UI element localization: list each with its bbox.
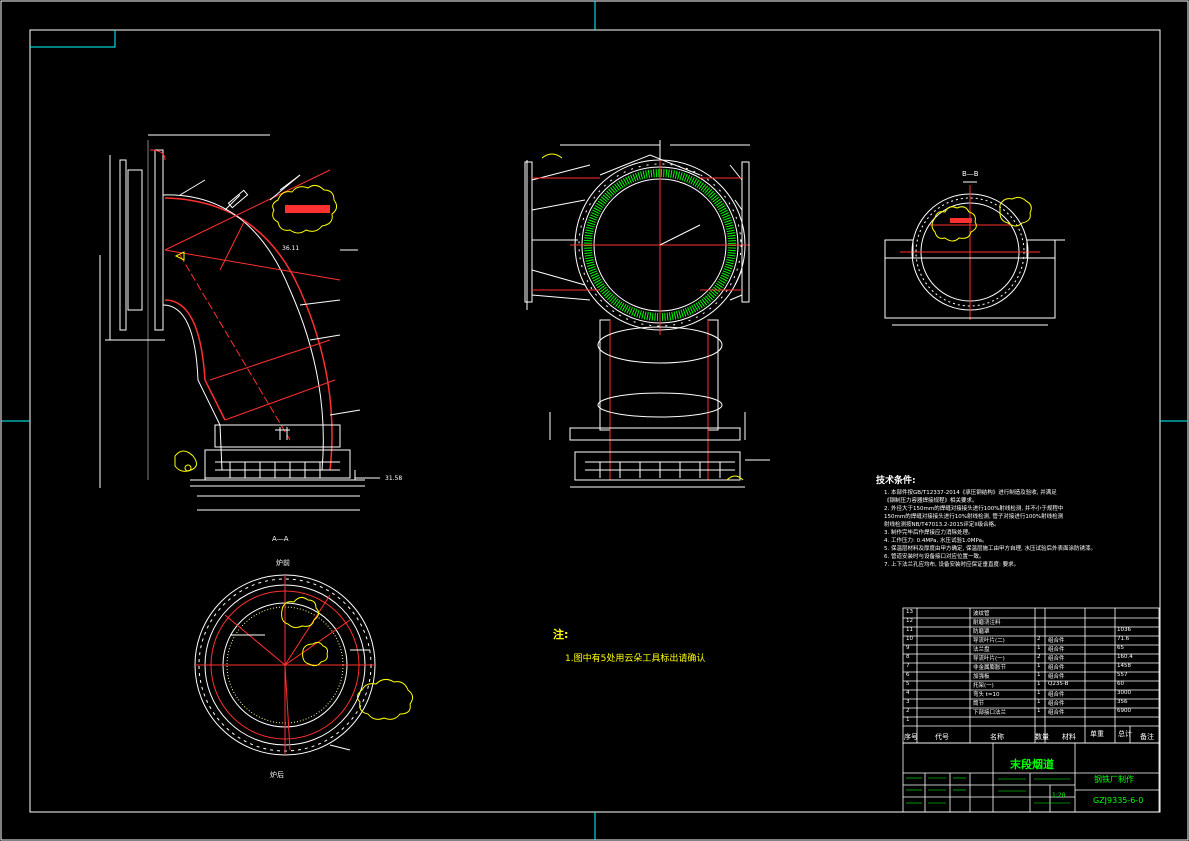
- tech-requirements-title: 技术条件:: [876, 476, 916, 486]
- revision-cloud-4: [281, 596, 320, 629]
- parts-cell-qty: 1: [1037, 690, 1041, 696]
- elbow-side-view: [524, 140, 770, 488]
- parts-cell-note: 356: [1117, 699, 1128, 705]
- parts-cell-mat: 组合件: [1048, 710, 1065, 716]
- parts-cell-name: 防磨罩: [973, 629, 990, 635]
- parts-cell-note: 60: [1117, 681, 1124, 687]
- tech-requirement-item: 1. 本部件按GB/T12337-2014《承压钢结构》进行制造及验收, 并满足: [884, 490, 1057, 496]
- parts-cell-no: 9: [906, 645, 910, 651]
- parts-cell-note: 3000: [1117, 690, 1131, 696]
- parts-cell-no: 12: [906, 618, 913, 624]
- parts-cell-qty: 1: [1037, 699, 1041, 705]
- parts-cell-name: 非金属膨胀节: [973, 665, 1007, 671]
- parts-cell-note: 1036: [1117, 627, 1131, 633]
- cloud-1-highlight: [285, 205, 330, 213]
- parts-cell-qty: 1: [1037, 645, 1041, 651]
- parts-header-cell: 材料: [1062, 733, 1076, 741]
- parts-cell-mat: 组合件: [1048, 674, 1065, 680]
- bottom-dimension: 31.58: [385, 475, 403, 482]
- revision-cloud-5: [356, 678, 414, 720]
- aa-top-label: 炉前: [276, 559, 290, 567]
- parts-cell-mat: 组合件: [1048, 701, 1065, 707]
- parts-cell-note: 65: [1117, 645, 1124, 651]
- parts-cell-no: 5: [906, 681, 910, 687]
- parts-header-cell: 单重: [1090, 730, 1104, 738]
- parts-cell-name: 导流叶片(一): [973, 656, 1005, 662]
- parts-header-cell: 总计: [1118, 730, 1132, 738]
- parts-cell-qty: 1: [1037, 663, 1041, 669]
- parts-cell-note: 71.6: [1117, 636, 1130, 642]
- parts-cell-qty: 2: [1037, 654, 1041, 660]
- parts-cell-no: 7: [906, 663, 910, 669]
- company-name: 钢铁厂制作: [1094, 775, 1134, 784]
- parts-header-cell: 名称: [990, 733, 1004, 741]
- parts-cell-no: 2: [906, 708, 910, 714]
- parts-cell-qty: 1: [1037, 681, 1041, 687]
- parts-header-cell: 序号: [904, 733, 918, 741]
- tech-requirement-item: 射线检测按NB/T47013.2-2015评定II级合格。: [884, 522, 1000, 528]
- elbow-front-view: [99, 134, 380, 511]
- parts-cell-name: 筒节: [973, 701, 985, 707]
- title-block-green-marks: [906, 777, 1070, 804]
- section-aa-label: A—A: [272, 535, 289, 543]
- parts-cell-qty: 2: [1037, 636, 1041, 642]
- parts-cell-no: 8: [906, 654, 910, 660]
- parts-cell-qty: 1: [1037, 672, 1041, 678]
- parts-cell-name: 弯头 t=10: [973, 692, 1000, 698]
- drawing-title: 末段烟道: [1010, 758, 1054, 771]
- parts-cell-mat: Q235-B: [1048, 681, 1069, 687]
- tech-requirement-item: 7. 上下法兰孔应均布, 设备安装时应保证垂直度: 要求。: [884, 562, 1020, 568]
- parts-cell-no: 1: [906, 717, 910, 723]
- parts-cell-name: 导流叶片(二): [973, 638, 1005, 644]
- parts-cell-note: 6900: [1117, 708, 1131, 714]
- sheet-border: [0, 0, 1189, 841]
- parts-cell-no: 6: [906, 672, 910, 678]
- tech-requirements-list: 1. 本部件按GB/T12337-2014《承压钢结构》进行制造及验收, 并满足…: [884, 489, 1096, 569]
- tech-requirement-item: 150mm的焊缝对接接头进行10%射线检测, 管子对接进行100%射线检测: [884, 514, 1064, 520]
- parts-cell-mat: 组合件: [1048, 656, 1065, 662]
- cloud-2-highlight: [950, 218, 972, 223]
- parts-header-cell: 代号: [935, 733, 949, 741]
- tech-requirement-item: 2. 外径大于150mm的焊缝对接接头进行100%射线检测, 并不小于规程中: [884, 506, 1064, 512]
- parts-cell-mat: 组合件: [1048, 692, 1065, 698]
- section-bb-view: [884, 181, 1065, 326]
- parts-cell-name: 波纹管: [973, 611, 990, 617]
- parts-cell-name: 下部接口法兰: [973, 710, 1007, 716]
- tech-requirement-item: 3. 制作完毕后作焊接应力消除处理。: [884, 530, 974, 536]
- drawing-scale: 1:20: [1052, 792, 1066, 799]
- parts-cell-note: 160.4: [1117, 654, 1133, 660]
- drawing-code: GZJ9335-6-0: [1093, 796, 1144, 805]
- parts-cell-no: 11: [906, 627, 913, 633]
- parts-cell-no: 13: [906, 609, 913, 615]
- parts-cell-mat: 组合件: [1048, 647, 1065, 653]
- parts-cell-note: 1458: [1117, 663, 1131, 669]
- tech-requirement-item: 4. 工作压力: 0.4MPa, 水压试验1.0MPa。: [884, 538, 988, 544]
- parts-cell-mat: 组合件: [1048, 638, 1065, 644]
- section-aa-view: [194, 574, 376, 756]
- note-title: 注:: [553, 628, 569, 641]
- parts-cell-note: 557: [1117, 672, 1128, 678]
- parts-cell-name: 法兰盘: [973, 647, 990, 653]
- parts-cell-qty: 1: [1037, 708, 1041, 714]
- aa-bottom-label: 炉后: [270, 771, 284, 779]
- parts-cell-name: 加强板: [973, 674, 990, 680]
- cad-drawing-canvas: [0, 0, 1189, 841]
- note-body: 1.图中有5处用云朵工具标出请确认: [565, 654, 706, 664]
- parts-cell-name: 耐磨浇注料: [973, 620, 1001, 626]
- revision-cloud-3: [999, 196, 1032, 227]
- tech-requirement-item: 5. 保温层材料及厚度由甲方确定, 保温层施工由甲方自理, 水压试验后外表面涂防…: [884, 546, 1096, 552]
- parts-cell-no: 10: [906, 636, 913, 642]
- tech-requirement-item: 6. 管道安装时与设备接口对应位置一致。: [884, 554, 985, 560]
- parts-cell-no: 3: [906, 699, 910, 705]
- parts-header-cell: 备注: [1140, 733, 1154, 741]
- side-dimension: 36.11: [282, 245, 300, 252]
- section-bb-label: B—B: [962, 170, 979, 178]
- revision-cloud-6: [302, 641, 328, 667]
- parts-header-cell: 数量: [1035, 733, 1049, 741]
- parts-cell-mat: 组合件: [1048, 665, 1065, 671]
- tech-requirement-item: 《钢制压力容器焊接规程》相关要求。: [884, 498, 978, 504]
- parts-cell-name: 托架(一): [973, 683, 994, 689]
- parts-cell-no: 4: [906, 690, 910, 696]
